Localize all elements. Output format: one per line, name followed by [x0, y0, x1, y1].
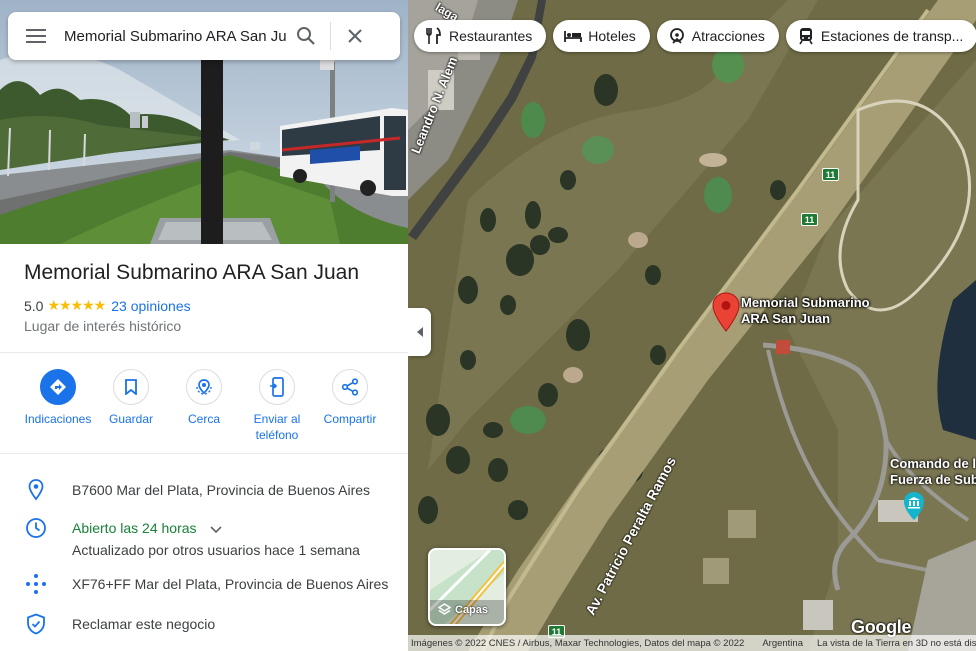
share-icon — [332, 369, 368, 405]
transit-icon — [797, 27, 815, 45]
claim-business-text: Reclamar este negocio — [72, 616, 216, 632]
marker-label-line1: Memorial Submarino — [741, 295, 870, 310]
hours-text: Abierto las 24 horas — [72, 520, 222, 537]
share-button[interactable]: Compartir — [310, 369, 390, 427]
route-badge: 11 — [822, 168, 839, 181]
chip-label: Restaurantes — [449, 28, 533, 44]
restaurant-icon — [425, 27, 443, 45]
plus-code-icon — [24, 572, 48, 596]
hours-updated: Actualizado por otros usuarios hace 1 se… — [72, 542, 360, 558]
country-label[interactable]: Argentina — [758, 638, 807, 649]
chip-hotels[interactable]: Hoteles — [553, 20, 650, 52]
poi-label-line1: Comando de l — [890, 456, 976, 471]
attraction-icon — [668, 27, 686, 45]
directions-label: Indicaciones — [24, 412, 92, 426]
save-button[interactable]: Guardar — [91, 369, 171, 427]
place-panel: Memorial Submarino ARA San Juan 5.0 ★★★★… — [0, 0, 408, 651]
directions-button[interactable]: Indicaciones — [18, 369, 98, 427]
send-to-phone-label-line1: Enviar al — [253, 412, 301, 426]
divider — [0, 352, 408, 353]
nearby-button[interactable]: Cerca — [164, 369, 244, 427]
attribution-text[interactable]: Imágenes © 2022 CNES / Airbus, Maxar Tec… — [408, 638, 748, 649]
clock-icon — [24, 516, 48, 540]
place-category[interactable]: Lugar de interés histórico — [24, 318, 181, 334]
directions-icon — [40, 369, 76, 405]
divider — [0, 453, 408, 454]
rating-row: 5.0 ★★★★★ 23 opiniones — [24, 297, 191, 314]
open-status: Abierto las 24 horas — [72, 520, 197, 536]
send-to-phone-icon — [259, 369, 295, 405]
search-input[interactable] — [64, 24, 286, 48]
3d-view-notice: La vista de la Tierra en 3D no está disp… — [816, 637, 976, 649]
collapse-panel-button[interactable] — [408, 308, 431, 356]
location-pin-icon — [24, 478, 48, 502]
reviews-link[interactable]: 23 opiniones — [111, 298, 190, 314]
send-to-phone-label: Enviar al teléfono — [254, 411, 301, 443]
plus-code-text: XF76+FF Mar del Plata, Provincia de Buen… — [72, 576, 389, 592]
search-box — [8, 12, 400, 60]
layers-button[interactable]: Capas — [428, 548, 506, 626]
chip-label: Estaciones de transp... — [820, 28, 964, 44]
hotel-bed-icon — [564, 27, 583, 45]
search-icon[interactable] — [286, 16, 326, 56]
place-title: Memorial Submarino ARA San Juan — [24, 261, 360, 284]
poi-label-line2: Fuerza de Sub — [890, 472, 976, 487]
layers-label: Capas — [438, 603, 488, 616]
place-marker-icon[interactable] — [712, 292, 740, 332]
address-text: B7600 Mar del Plata, Provincia de Buenos… — [72, 482, 371, 498]
close-icon[interactable] — [335, 16, 375, 56]
poi-label[interactable]: Comando de l Fuerza de Sub — [890, 456, 976, 488]
layers-icon — [438, 603, 451, 615]
chip-transit[interactable]: Estaciones de transp... — [785, 20, 976, 52]
chip-label: Hoteles — [588, 28, 636, 44]
map-attribution-bar: Imágenes © 2022 CNES / Airbus, Maxar Tec… — [408, 635, 976, 651]
star-rating-icon: ★★★★★ — [47, 297, 106, 313]
category-chips: Restaurantes Hoteles Atracciones Estacio… — [414, 20, 976, 52]
menu-icon[interactable] — [8, 12, 64, 60]
shield-icon — [24, 612, 48, 636]
bookmark-icon — [113, 369, 149, 405]
send-to-phone-label-line2: teléfono — [255, 428, 299, 442]
map-canvas[interactable]: Leandro N. Alem Av. Patricio Peralta Ram… — [408, 0, 976, 651]
nearby-icon — [186, 369, 222, 405]
chip-label: Atracciones — [691, 28, 765, 44]
chevron-down-icon[interactable] — [210, 521, 222, 537]
chip-attractions[interactable]: Atracciones — [656, 20, 779, 52]
share-label: Compartir — [323, 412, 377, 426]
layers-label-text: Capas — [455, 603, 489, 616]
rating-value: 5.0 — [24, 297, 44, 314]
nearby-label: Cerca — [187, 412, 220, 426]
route-badge: 11 — [801, 213, 818, 226]
send-to-phone-button[interactable]: Enviar al teléfono — [237, 369, 317, 443]
chip-restaurants[interactable]: Restaurantes — [414, 20, 547, 52]
museum-marker-icon[interactable] — [902, 491, 926, 521]
search-divider — [330, 22, 331, 50]
save-label: Guardar — [108, 412, 154, 426]
caret-left-icon — [416, 327, 423, 337]
marker-label-line2: ARA San Juan — [741, 311, 831, 326]
marker-label[interactable]: Memorial Submarino ARA San Juan — [741, 295, 870, 327]
